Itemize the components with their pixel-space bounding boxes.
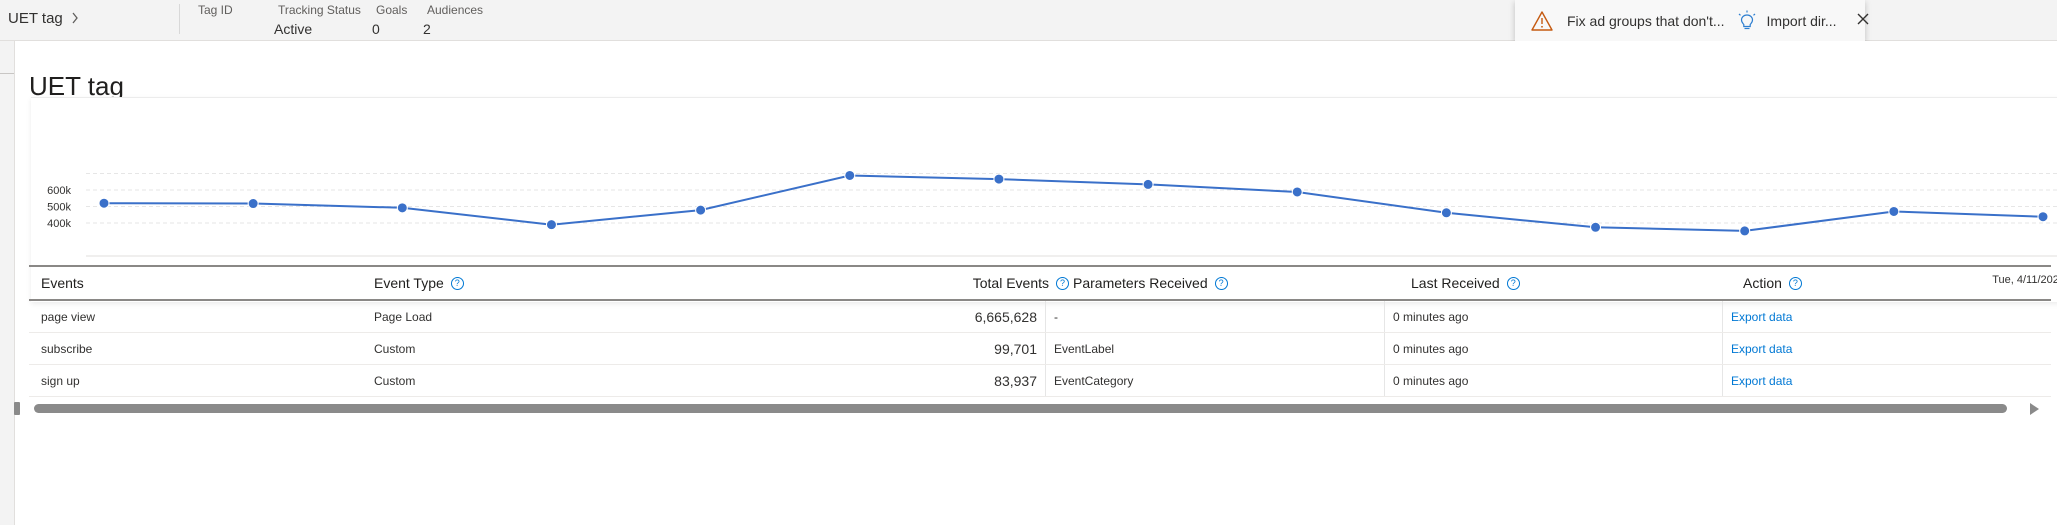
header-events-label: Events [41, 275, 84, 291]
data-point [1142, 178, 1154, 190]
data-point [1440, 207, 1452, 219]
data-point [1291, 186, 1303, 198]
header-last-received[interactable]: Last Received ? [1391, 267, 1520, 299]
event-type: Custom [374, 341, 416, 356]
header-parameters-label: Parameters Received [1073, 275, 1208, 291]
scroll-right-arrow-icon[interactable] [2026, 401, 2042, 417]
header-total-events[interactable]: Total Events ? [729, 267, 1069, 299]
y-tick-label: 500k [47, 202, 71, 214]
header-last-received-label: Last Received [1411, 275, 1500, 291]
header-parameters-received[interactable]: Parameters Received ? [1053, 267, 1228, 299]
tracking-status-label: Tracking Status [278, 3, 361, 17]
export-data-link[interactable]: Export data [1722, 301, 1792, 332]
data-point [1739, 225, 1751, 237]
total-events: 6,665,628 [974, 308, 1037, 325]
audiences-value: 2 [423, 21, 431, 37]
header-event-type[interactable]: Event Type ? [374, 267, 464, 299]
table-row[interactable]: subscribe Custom 99,701 EventLabel 0 min… [29, 333, 2051, 365]
breadcrumb[interactable]: UET tag [8, 10, 79, 27]
help-icon[interactable]: ? [1214, 276, 1228, 290]
lightbulb-icon [1737, 10, 1757, 32]
parameters-received: EventCategory [1045, 365, 1133, 396]
export-data-link[interactable]: Export data [1722, 333, 1792, 364]
header-action-label: Action [1743, 275, 1782, 291]
close-icon[interactable] [1857, 12, 1869, 30]
last-received: 0 minutes ago [1384, 333, 1468, 364]
data-point [396, 202, 408, 214]
data-point [1888, 205, 1900, 217]
data-point [2037, 211, 2049, 223]
scrollbar-thumb[interactable] [34, 404, 2007, 413]
last-received: 0 minutes ago [1384, 301, 1468, 332]
warning-triangle-icon [1531, 10, 1553, 32]
breadcrumb-label[interactable]: UET tag [8, 10, 63, 27]
table-row[interactable]: sign up Custom 83,937 EventCategory 0 mi… [29, 365, 2051, 397]
last-received: 0 minutes ago [1384, 365, 1468, 396]
notification-bar: Fix ad groups that don't... Import dir..… [1515, 0, 1869, 41]
y-tick-label: 400k [47, 218, 71, 230]
header-events[interactable]: Events [41, 267, 84, 299]
help-icon[interactable]: ? [1788, 276, 1802, 290]
event-type: Page Load [374, 309, 433, 324]
parameters-received: EventLabel [1045, 333, 1114, 364]
header-total-events-label: Total Events [972, 275, 1049, 291]
event-name: sign up [41, 373, 80, 388]
export-data-link[interactable]: Export data [1722, 365, 1792, 396]
table-row[interactable]: page view Page Load 6,665,628 - 0 minute… [29, 301, 2051, 333]
header-action[interactable]: Action ? [1723, 267, 1802, 299]
chevron-right-icon[interactable] [71, 11, 79, 27]
data-point [545, 219, 557, 231]
data-point [993, 173, 1005, 185]
goals-label: Goals [376, 3, 408, 17]
data-point [1590, 221, 1602, 233]
tracking-status-value: Active [274, 21, 313, 37]
scroll-left-button[interactable] [14, 402, 20, 415]
help-icon[interactable]: ? [450, 276, 464, 290]
event-type: Custom [374, 373, 416, 388]
fix-ad-groups-link[interactable]: Fix ad groups that don't... [1567, 13, 1725, 29]
parameters-received: - [1045, 301, 1058, 332]
header-event-type-label: Event Type [374, 275, 444, 291]
tag-id-label: Tag ID [198, 3, 233, 17]
help-icon[interactable]: ? [1506, 276, 1520, 290]
table-header: Events Event Type ? Total Events ? Param… [29, 267, 2051, 301]
divider [0, 73, 14, 74]
event-name: subscribe [41, 341, 93, 356]
total-events: 99,701 [994, 340, 1037, 357]
data-point [247, 198, 259, 210]
horizontal-scrollbar[interactable] [14, 399, 2057, 419]
events-table: Events Event Type ? Total Events ? Param… [29, 265, 2051, 397]
event-name: page view [41, 309, 96, 324]
y-tick-label: 600k [47, 185, 71, 197]
import-link[interactable]: Import dir... [1767, 13, 1837, 29]
data-point [695, 204, 707, 216]
data-point [844, 169, 856, 181]
divider [179, 4, 180, 34]
data-point [98, 197, 110, 209]
total-events: 83,937 [994, 372, 1037, 389]
audiences-label: Audiences [427, 3, 484, 17]
goals-value: 0 [372, 21, 380, 37]
